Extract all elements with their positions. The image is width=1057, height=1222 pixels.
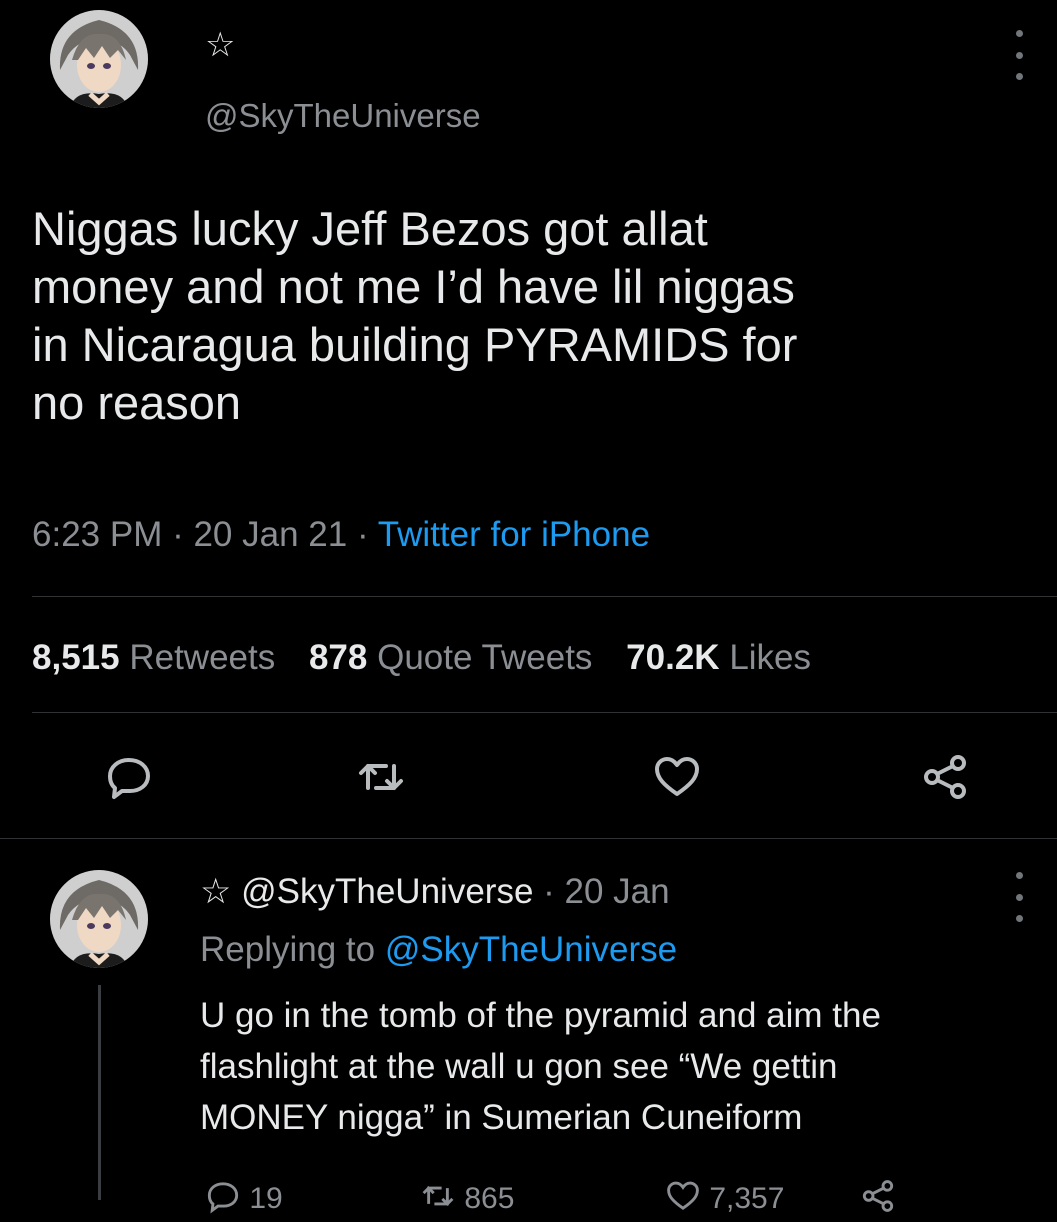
star-icon: ☆	[205, 26, 236, 64]
meta-separator: ·	[347, 515, 378, 554]
reply-header: ☆ @SkyTheUniverse · 20 Jan	[200, 870, 670, 914]
author-handle[interactable]: @SkyTheUniverse	[205, 96, 481, 136]
tweet-stats: 8,515 Retweets 878 Quote Tweets 70.2K Li…	[32, 636, 811, 680]
like-icon[interactable]	[652, 752, 702, 802]
reply-text-line: U go in the tomb of the pyramid and aim …	[200, 996, 881, 1035]
like-count: 7,357	[709, 1181, 785, 1215]
avatar[interactable]	[50, 870, 148, 968]
reply-count: 19	[249, 1181, 283, 1215]
likes-stat[interactable]: 70.2K Likes	[626, 638, 811, 677]
reply-retweet-action[interactable]: 865	[420, 1178, 514, 1222]
tweet-time: 6:23 PM	[32, 515, 163, 554]
reply-author-handle[interactable]: @SkyTheUniverse	[241, 872, 533, 911]
replying-mention-link[interactable]: @SkyTheUniverse	[385, 930, 677, 969]
more-options-icon[interactable]	[1012, 30, 1026, 80]
tweet-text: Niggas lucky Jeff Bezos got allat money …	[32, 200, 1032, 432]
divider	[32, 712, 1057, 713]
reply-text: U go in the tomb of the pyramid and aim …	[200, 990, 1040, 1143]
retweets-count: 8,515	[32, 638, 120, 677]
avatar[interactable]	[50, 10, 148, 108]
tweet-text-line: Niggas lucky Jeff Bezos got allat	[32, 202, 708, 255]
likes-label: Likes	[729, 638, 812, 677]
more-options-icon[interactable]	[1012, 872, 1026, 922]
quotes-stat[interactable]: 878 Quote Tweets	[309, 638, 592, 677]
reply-text-line: MONEY nigga” in Sumerian Cuneiform	[200, 1098, 803, 1137]
like-icon	[665, 1178, 701, 1222]
share-icon[interactable]	[920, 752, 970, 802]
reply-share-action[interactable]	[860, 1178, 896, 1222]
reply-icon	[205, 1178, 241, 1222]
quotes-label: Quote Tweets	[377, 638, 593, 677]
reply-reply-action[interactable]: 19	[205, 1178, 283, 1222]
tweet-meta: 6:23 PM · 20 Jan 21 · Twitter for iPhone	[32, 513, 650, 557]
reply-icon[interactable]	[104, 752, 154, 802]
likes-count: 70.2K	[626, 638, 720, 677]
tweet-text-line: in Nicaragua building PYRAMIDS for	[32, 318, 798, 371]
tweet-source-link[interactable]: Twitter for iPhone	[378, 515, 650, 554]
retweet-count: 865	[464, 1181, 515, 1215]
quotes-count: 878	[308, 638, 368, 677]
reply-text-line: flashlight at the wall u gon see “We get…	[200, 1047, 838, 1086]
meta-separator: ·	[533, 872, 565, 911]
section-divider	[0, 838, 1057, 839]
share-icon	[860, 1178, 896, 1222]
divider	[32, 596, 1057, 597]
meta-separator: ·	[162, 515, 194, 554]
retweets-label: Retweets	[129, 638, 276, 677]
retweet-icon[interactable]	[356, 752, 406, 802]
tweet-text-line: no reason	[32, 376, 242, 429]
star-icon: ☆	[200, 872, 232, 911]
thread-line	[98, 985, 101, 1200]
replying-to: Replying to @SkyTheUniverse	[200, 928, 677, 972]
reply-like-action[interactable]: 7,357	[665, 1178, 784, 1222]
retweet-icon	[420, 1178, 456, 1222]
tweet-text-line: money and not me I’d have lil niggas	[32, 260, 795, 313]
reply-date: 20 Jan	[564, 872, 670, 911]
tweet-date: 20 Jan 21	[193, 515, 348, 554]
retweets-stat[interactable]: 8,515 Retweets	[32, 638, 275, 677]
replying-prefix: Replying to	[200, 930, 385, 969]
